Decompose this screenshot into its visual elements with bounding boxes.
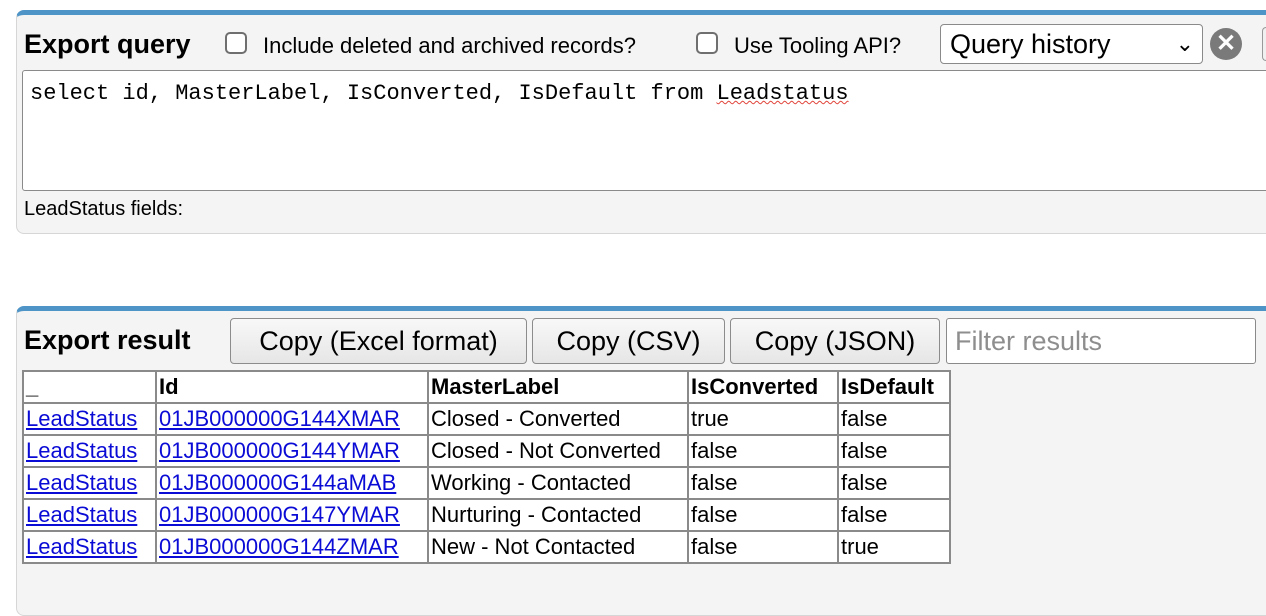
record-type-link[interactable]: LeadStatus — [26, 438, 137, 463]
id-cell: 01JB000000G144YMAR — [155, 434, 429, 468]
table-row: LeadStatus 01JB000000G144ZMAR New - Not … — [22, 530, 951, 564]
isconverted-cell: false — [687, 434, 839, 468]
record-type-link[interactable]: LeadStatus — [26, 534, 137, 559]
export-result-title: Export result — [24, 325, 191, 355]
table-row: LeadStatus 01JB000000G144aMAB Working - … — [22, 466, 951, 500]
masterlabel-cell: Closed - Not Converted — [427, 434, 689, 468]
include-deleted-label: Include deleted and archived records? — [263, 33, 637, 58]
query-input[interactable]: select id, MasterLabel, IsConverted, IsD… — [22, 70, 1266, 191]
tooling-api-checkbox[interactable] — [696, 32, 718, 54]
record-id-link[interactable]: 01JB000000G147YMAR — [159, 502, 400, 527]
chevron-down-icon: ⌄ — [1175, 31, 1194, 56]
table-row: LeadStatus 01JB000000G144XMAR Closed - C… — [22, 402, 951, 436]
record-id-link[interactable]: 01JB000000G144ZMAR — [159, 534, 399, 559]
masterlabel-cell: Closed - Converted — [427, 402, 689, 436]
isconverted-cell: false — [687, 530, 839, 564]
masterlabel-cell: New - Not Contacted — [427, 530, 689, 564]
export-query-title: Export query — [24, 29, 191, 59]
masterlabel-cell: Working - Contacted — [427, 466, 689, 500]
copy-excel-button[interactable]: Copy (Excel format) — [230, 318, 527, 364]
column-header: IsDefault — [837, 370, 951, 404]
isconverted-cell: false — [687, 466, 839, 500]
isconverted-cell: false — [687, 498, 839, 532]
record-type-link[interactable]: LeadStatus — [26, 502, 137, 527]
isdefault-cell: false — [837, 498, 951, 532]
column-header: MasterLabel — [427, 370, 689, 404]
id-cell: 01JB000000G144ZMAR — [155, 530, 429, 564]
clear-history-icon[interactable]: ✕ — [1210, 28, 1242, 60]
copy-csv-button[interactable]: Copy (CSV) — [532, 318, 725, 364]
table-row: LeadStatus 01JB000000G147YMAR Nurturing … — [22, 498, 951, 532]
copy-json-button[interactable]: Copy (JSON) — [730, 318, 940, 364]
record-type-link[interactable]: LeadStatus — [26, 406, 137, 431]
partial-button[interactable] — [1262, 27, 1266, 61]
isdefault-cell: true — [837, 530, 951, 564]
table-row: LeadStatus 01JB000000G144YMAR Closed - N… — [22, 434, 951, 468]
type-cell: LeadStatus — [22, 498, 157, 532]
query-text-misspelled: Leadstatus — [716, 81, 849, 106]
include-deleted-checkbox[interactable] — [225, 32, 247, 54]
isconverted-cell: true — [687, 402, 839, 436]
record-id-link[interactable]: 01JB000000G144YMAR — [159, 438, 400, 463]
fields-label: LeadStatus fields: — [24, 198, 183, 220]
results-table: _ Id MasterLabel IsConverted IsDefault L… — [22, 370, 951, 564]
id-cell: 01JB000000G144aMAB — [155, 466, 429, 500]
isdefault-cell: false — [837, 466, 951, 500]
isdefault-cell: false — [837, 402, 951, 436]
record-id-link[interactable]: 01JB000000G144aMAB — [159, 470, 396, 495]
tooling-api-label: Use Tooling API? — [734, 33, 902, 58]
record-type-link[interactable]: LeadStatus — [26, 470, 137, 495]
filter-results-input[interactable]: Filter results — [946, 318, 1256, 364]
type-cell: LeadStatus — [22, 466, 157, 500]
query-history-value: Query history — [950, 29, 1111, 59]
type-cell: LeadStatus — [22, 530, 157, 564]
id-cell: 01JB000000G147YMAR — [155, 498, 429, 532]
column-header: Id — [155, 370, 429, 404]
type-cell: LeadStatus — [22, 434, 157, 468]
id-cell: 01JB000000G144XMAR — [155, 402, 429, 436]
isdefault-cell: false — [837, 434, 951, 468]
query-text: select id, MasterLabel, IsConverted, IsD… — [30, 81, 717, 106]
record-id-link[interactable]: 01JB000000G144XMAR — [159, 406, 400, 431]
column-header: _ — [22, 370, 157, 404]
query-history-select[interactable]: Query history ⌄ — [940, 24, 1203, 64]
column-header: IsConverted — [687, 370, 839, 404]
type-cell: LeadStatus — [22, 402, 157, 436]
masterlabel-cell: Nurturing - Contacted — [427, 498, 689, 532]
table-header-row: _ Id MasterLabel IsConverted IsDefault — [22, 370, 951, 404]
